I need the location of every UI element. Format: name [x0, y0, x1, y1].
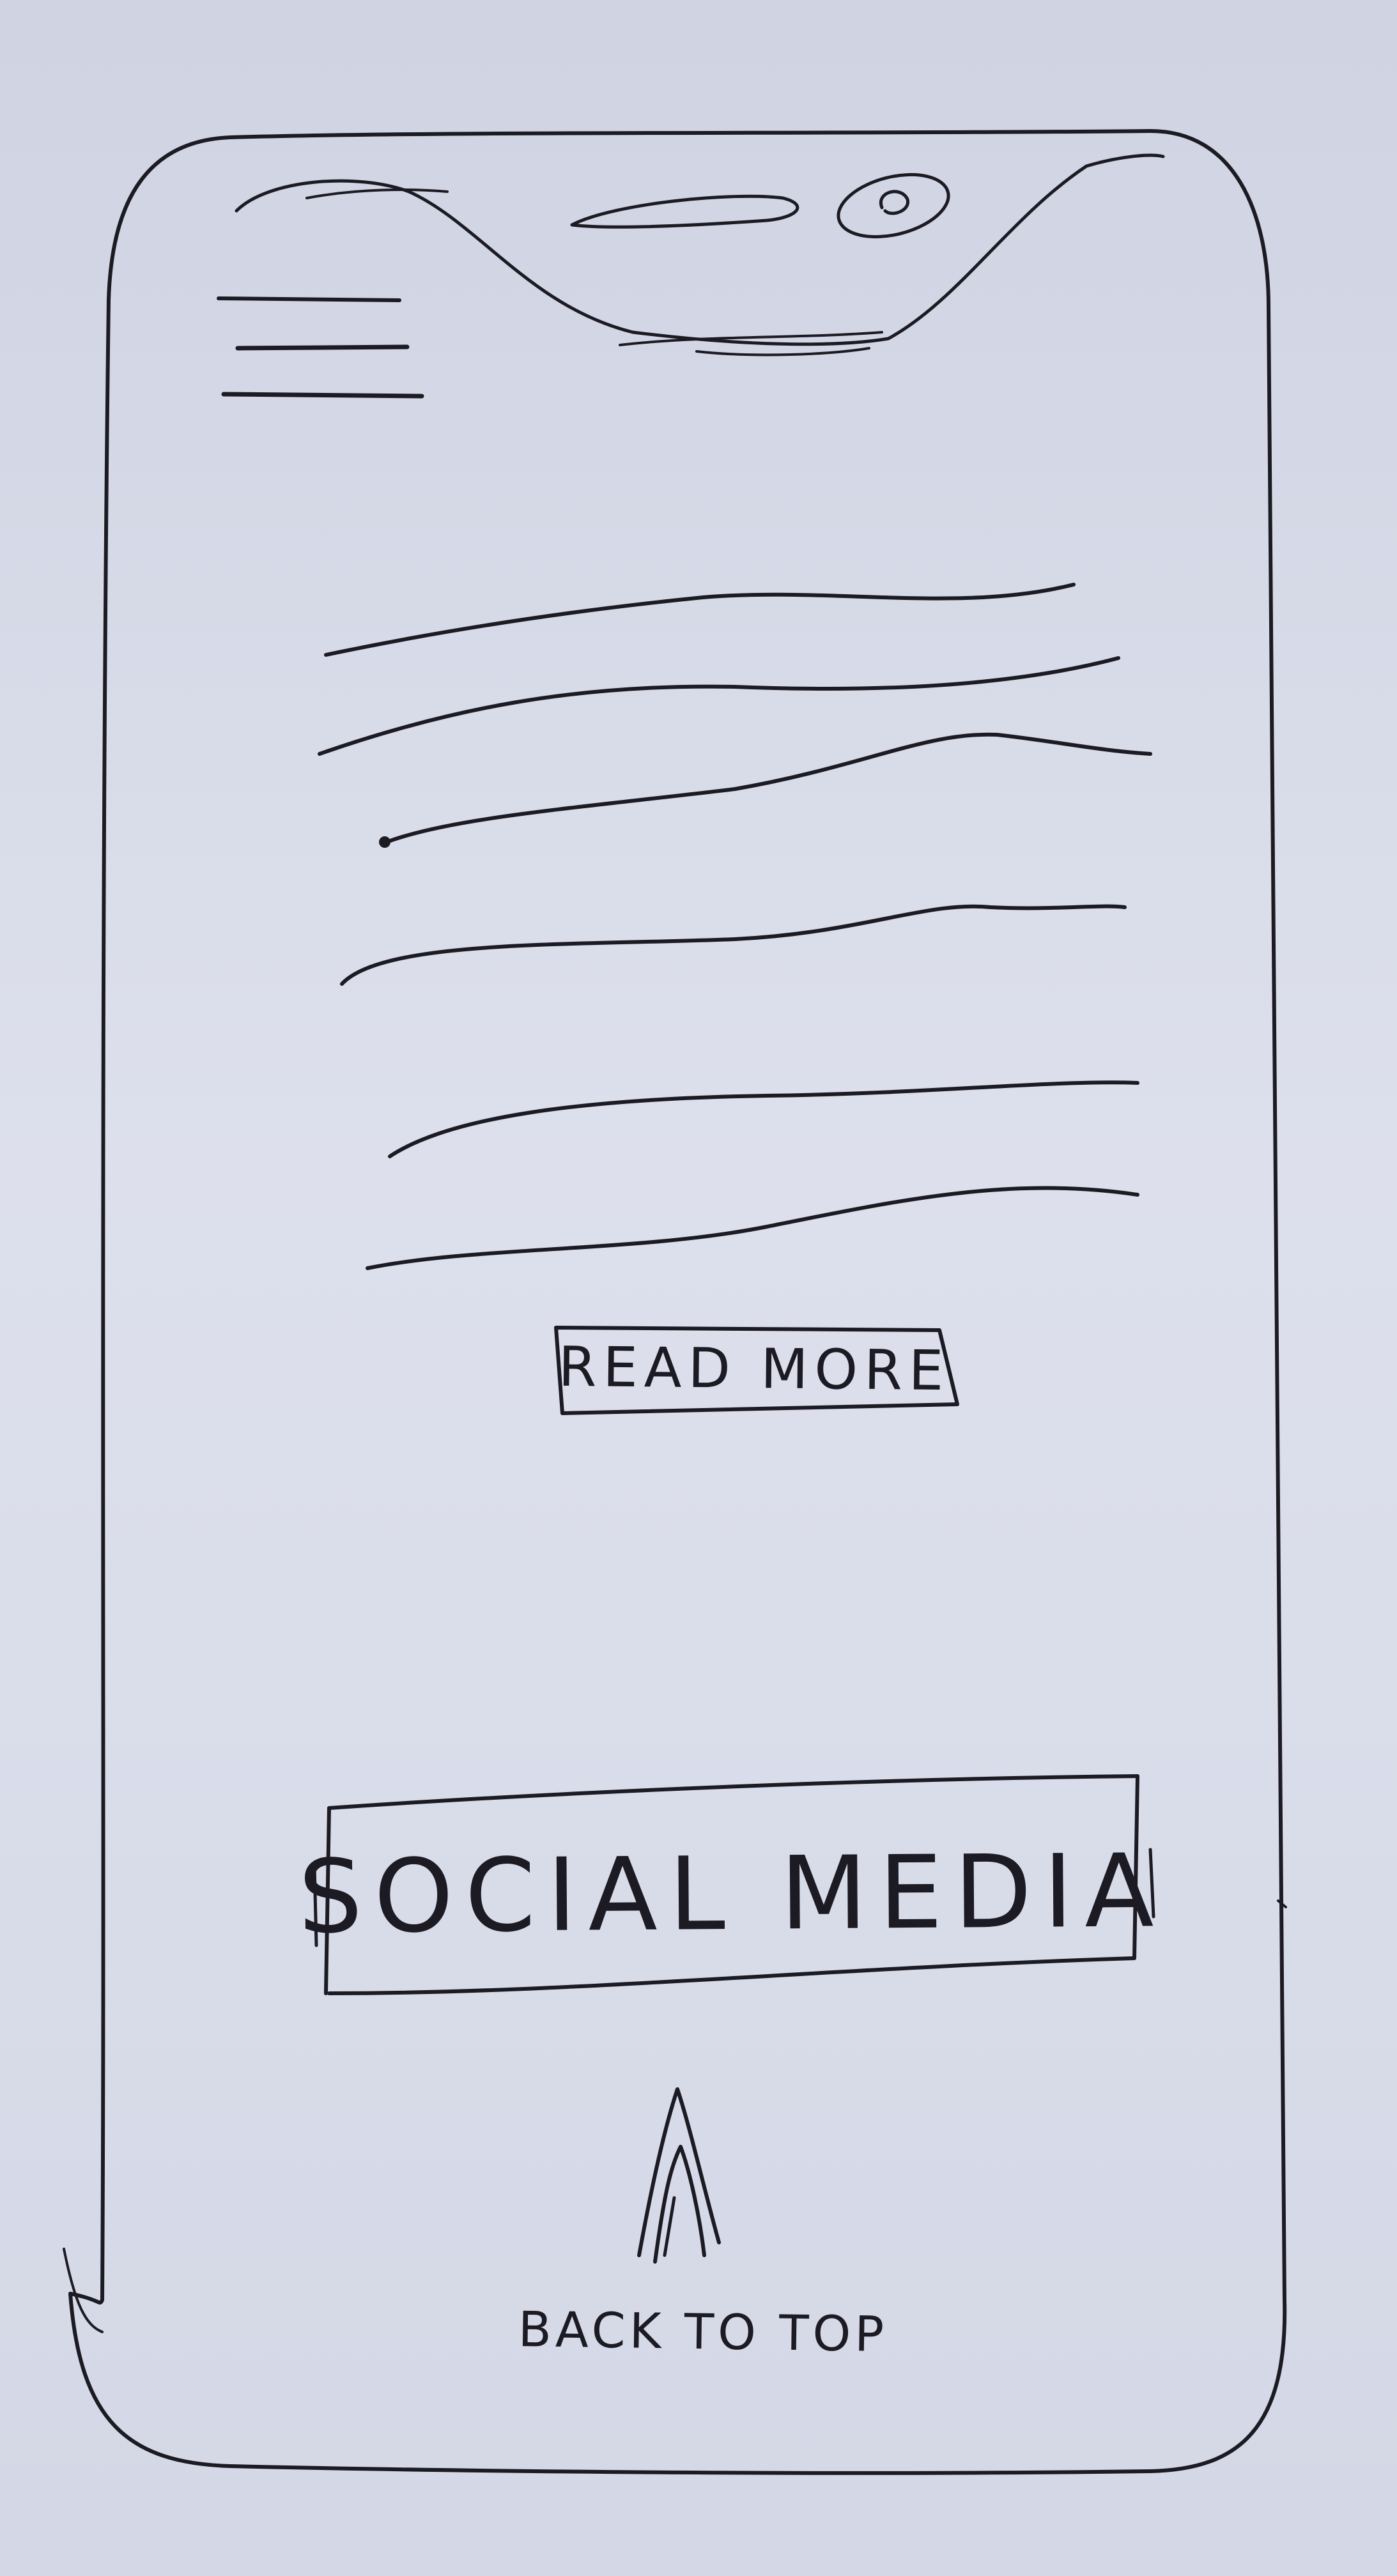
speaker-icon [570, 194, 799, 229]
back-to-top-label: BACK TO TOP [518, 2300, 888, 2363]
text-line [366, 1186, 1139, 1270]
phone-notch [235, 153, 1165, 346]
social-media-button[interactable]: SOCIAL MEDIA [298, 1796, 1166, 1993]
text-line [318, 656, 1120, 756]
text-line [382, 732, 1152, 845]
text-line [340, 904, 1127, 986]
back-to-top-button[interactable]: BACK TO TOP [511, 2083, 895, 2389]
text-line [388, 1080, 1139, 1158]
phone-frame-corner-stroke [63, 2248, 104, 2333]
camera-icon [837, 172, 950, 239]
body-text-placeholder [318, 583, 1152, 1270]
read-more-button[interactable]: READ MORE [555, 1327, 952, 1411]
read-more-label: READ MORE [558, 1335, 950, 1403]
social-media-label: SOCIAL MEDIA [298, 1832, 1166, 1956]
text-line [324, 583, 1076, 657]
hamburger-menu-icon[interactable] [217, 296, 424, 399]
notch-stroke [305, 188, 449, 199]
notch-stroke [695, 347, 870, 356]
